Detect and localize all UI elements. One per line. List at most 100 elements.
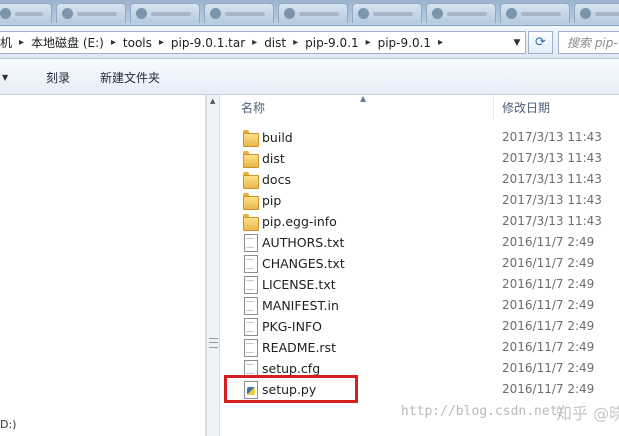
nav-pane-scrollbar[interactable]: ▲ bbox=[206, 95, 220, 436]
breadcrumb-separator-icon[interactable]: ▸ bbox=[363, 37, 374, 48]
window-tab[interactable] bbox=[204, 3, 274, 23]
file-name: docs bbox=[262, 172, 291, 187]
window-tab[interactable] bbox=[130, 3, 200, 23]
file-row[interactable]: PKG-INFO 2016/11/7 2:49 bbox=[221, 316, 619, 337]
folder-row[interactable]: pip.egg-info 2017/3/13 11:43 bbox=[221, 211, 619, 232]
document-icon bbox=[242, 297, 258, 315]
file-row[interactable]: AUTHORS.txt 2016/11/7 2:49 bbox=[221, 232, 619, 253]
breadcrumb-dist[interactable]: dist bbox=[260, 36, 290, 50]
scroll-up-icon[interactable]: ▲ bbox=[210, 97, 215, 105]
python-file-icon bbox=[242, 381, 258, 399]
scrollbar-grip-icon[interactable] bbox=[209, 338, 218, 348]
breadcrumb-separator-icon[interactable]: ▸ bbox=[435, 37, 446, 48]
window-tab[interactable] bbox=[500, 3, 570, 23]
tab-icon bbox=[210, 8, 221, 19]
column-divider[interactable] bbox=[493, 95, 494, 119]
sort-ascending-icon: ▲ bbox=[360, 94, 367, 103]
folder-icon bbox=[242, 129, 259, 147]
watermark-url: http://blog.csdn.net/ bbox=[401, 404, 566, 419]
file-row[interactable]: setup.py 2016/11/7 2:49 bbox=[221, 379, 619, 400]
tab-icon bbox=[358, 8, 369, 19]
nav-item-partial[interactable]: D:) bbox=[0, 418, 16, 431]
tab-icon bbox=[136, 8, 147, 19]
folder-icon bbox=[242, 213, 259, 231]
refresh-icon[interactable]: ⟳ bbox=[528, 31, 553, 54]
address-row: 机 ▸ 本地磁盘 (E:) ▸ tools ▸ pip-9.0.1.tar ▸ … bbox=[0, 26, 619, 59]
navigation-pane: D:) bbox=[0, 95, 206, 436]
file-name: pip.egg-info bbox=[262, 214, 337, 229]
file-name: CHANGES.txt bbox=[262, 256, 345, 271]
column-header-name[interactable]: 名称 bbox=[241, 95, 265, 119]
new-folder-button[interactable]: 新建文件夹 bbox=[100, 69, 160, 86]
file-name: README.rst bbox=[262, 340, 336, 355]
file-list: 名称 ▲ 修改日期 build 2017/3/13 11:43 dist 2017/3… bbox=[221, 94, 619, 436]
chevron-down-icon[interactable]: ▼ bbox=[2, 73, 8, 82]
column-header-date[interactable]: 修改日期 bbox=[502, 95, 550, 119]
document-icon bbox=[242, 360, 258, 378]
file-modified-date: 2016/11/7 2:49 bbox=[502, 319, 595, 333]
document-icon bbox=[242, 318, 258, 336]
breadcrumb-computer[interactable]: 机 bbox=[0, 34, 16, 51]
column-date-label: 修改日期 bbox=[502, 100, 551, 115]
search-input[interactable]: 搜索 pip- bbox=[558, 31, 619, 54]
file-name: pip bbox=[262, 193, 282, 208]
breadcrumb-pip-inner[interactable]: pip-9.0.1 bbox=[374, 36, 435, 50]
file-name: MANIFEST.in bbox=[262, 298, 339, 313]
file-name: build bbox=[262, 130, 293, 145]
file-name: AUTHORS.txt bbox=[262, 235, 345, 250]
tab-icon bbox=[506, 8, 517, 19]
breadcrumb-pip-outer[interactable]: pip-9.0.1 bbox=[301, 36, 362, 50]
window-tab[interactable] bbox=[0, 3, 52, 23]
window-tab[interactable] bbox=[352, 3, 422, 23]
file-row[interactable]: README.rst 2016/11/7 2:49 bbox=[221, 337, 619, 358]
document-icon bbox=[242, 255, 258, 273]
file-row[interactable]: CHANGES.txt 2016/11/7 2:49 bbox=[221, 253, 619, 274]
file-modified-date: 2017/3/13 11:43 bbox=[502, 193, 602, 207]
file-modified-date: 2017/3/13 11:43 bbox=[502, 151, 602, 165]
folder-row[interactable]: pip 2017/3/13 11:43 bbox=[221, 190, 619, 211]
file-modified-date: 2017/3/13 11:43 bbox=[502, 130, 602, 144]
breadcrumb-separator-icon[interactable]: ▸ bbox=[290, 37, 301, 48]
window-tab[interactable] bbox=[426, 3, 496, 23]
file-row[interactable]: LICENSE.txt 2016/11/7 2:49 bbox=[221, 274, 619, 295]
folder-row[interactable]: build 2017/3/13 11:43 bbox=[221, 127, 619, 148]
file-modified-date: 2016/11/7 2:49 bbox=[502, 361, 595, 375]
tab-icon bbox=[432, 8, 443, 19]
file-name: PKG-INFO bbox=[262, 319, 322, 334]
breadcrumb-separator-icon[interactable]: ▸ bbox=[249, 37, 260, 48]
file-modified-date: 2016/11/7 2:49 bbox=[502, 340, 595, 354]
file-modified-date: 2016/11/7 2:49 bbox=[502, 298, 595, 312]
document-icon bbox=[242, 234, 258, 252]
address-dropdown-icon[interactable]: ▼ bbox=[509, 32, 525, 53]
breadcrumb-tools[interactable]: tools bbox=[119, 36, 156, 50]
window-tab-strip bbox=[0, 0, 619, 26]
watermark-brand: 知乎 @晓软 bbox=[556, 404, 619, 423]
file-name: LICENSE.txt bbox=[262, 277, 336, 292]
file-modified-date: 2016/11/7 2:49 bbox=[502, 235, 595, 249]
breadcrumb-tar[interactable]: pip-9.0.1.tar bbox=[167, 36, 249, 50]
window-tab[interactable] bbox=[278, 3, 348, 23]
folder-row[interactable]: dist 2017/3/13 11:43 bbox=[221, 148, 619, 169]
breadcrumb-separator-icon[interactable]: ▸ bbox=[108, 37, 119, 48]
file-name: setup.cfg bbox=[262, 361, 321, 376]
file-row[interactable]: MANIFEST.in 2016/11/7 2:49 bbox=[221, 295, 619, 316]
folder-row[interactable]: docs 2017/3/13 11:43 bbox=[221, 169, 619, 190]
breadcrumb-separator-icon[interactable]: ▸ bbox=[156, 37, 167, 48]
file-modified-date: 2017/3/13 11:43 bbox=[502, 214, 602, 228]
burn-button[interactable]: 刻录 bbox=[46, 69, 70, 86]
file-modified-date: 2016/11/7 2:49 bbox=[502, 277, 595, 291]
breadcrumb-separator-icon[interactable]: ▸ bbox=[16, 37, 27, 48]
address-bar[interactable]: 机 ▸ 本地磁盘 (E:) ▸ tools ▸ pip-9.0.1.tar ▸ … bbox=[0, 31, 526, 54]
breadcrumb-drive[interactable]: 本地磁盘 (E:) bbox=[27, 34, 108, 51]
file-name: setup.py bbox=[262, 382, 317, 397]
file-name: dist bbox=[262, 151, 285, 166]
tab-icon bbox=[0, 8, 11, 19]
document-icon bbox=[242, 276, 258, 294]
window-tab[interactable] bbox=[56, 3, 126, 23]
file-row[interactable]: setup.cfg 2016/11/7 2:49 bbox=[221, 358, 619, 379]
document-icon bbox=[242, 339, 258, 357]
column-name-label: 名称 bbox=[241, 100, 266, 115]
window-tab[interactable] bbox=[574, 3, 619, 23]
folder-icon bbox=[242, 192, 259, 210]
tab-icon bbox=[580, 8, 591, 19]
